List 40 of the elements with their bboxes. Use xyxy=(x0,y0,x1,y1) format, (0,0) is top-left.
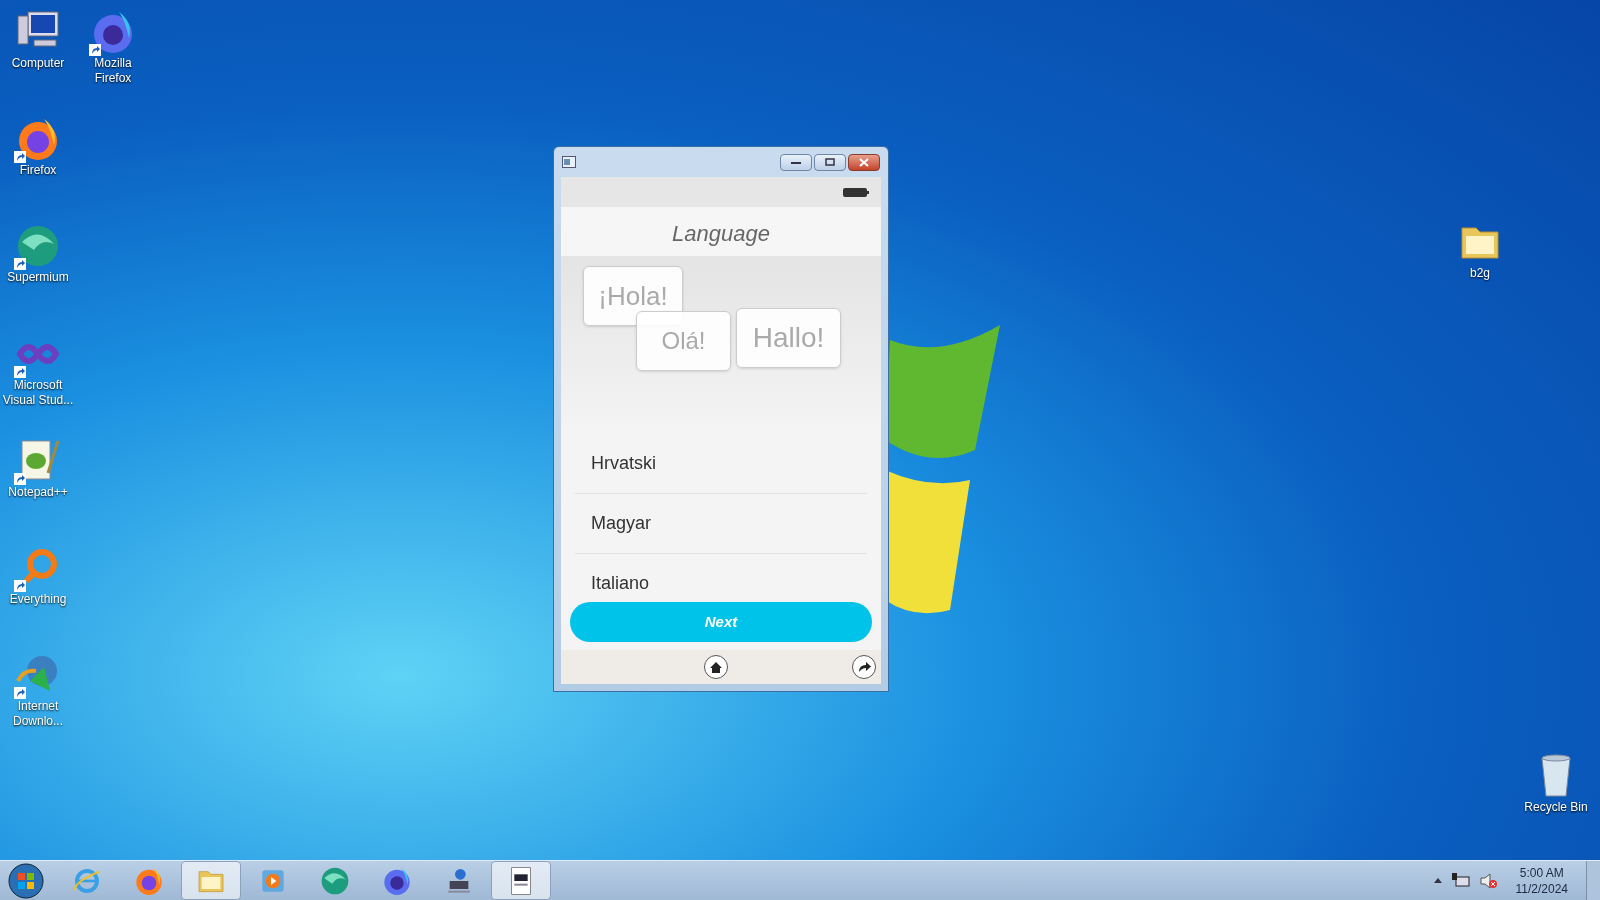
speech-bubble: Hallo! xyxy=(736,308,841,368)
windows-orb-icon xyxy=(8,862,44,899)
rotate-button[interactable] xyxy=(852,655,876,679)
icon-label: Computer xyxy=(11,56,65,71)
desktop-icon[interactable]: Recycle Bin xyxy=(1518,752,1594,815)
network-icon xyxy=(1451,872,1470,889)
desktop-icon[interactable]: Mozilla Firefox xyxy=(75,8,151,86)
speech-bubble: Olá! xyxy=(636,311,731,371)
desktop-icon[interactable]: Microsoft Visual Stud... xyxy=(0,330,76,408)
desktop-icon[interactable]: Computer xyxy=(0,8,76,71)
tray-arrow-icon xyxy=(1433,878,1442,883)
home-button[interactable] xyxy=(704,655,728,679)
icon-label: Mozilla Firefox xyxy=(93,56,133,86)
icon-label: Supermium xyxy=(7,270,69,285)
maximize-icon xyxy=(825,158,835,166)
taskbar-button[interactable] xyxy=(491,861,551,900)
window-icon xyxy=(562,156,576,168)
close-button[interactable] xyxy=(848,153,880,171)
desktop-icon[interactable]: b2g xyxy=(1442,218,1518,281)
icon-label: Notepad++ xyxy=(8,485,68,500)
minimize-button[interactable] xyxy=(780,153,812,171)
clock-time: 5:00 AM xyxy=(1519,864,1564,881)
desktop-icon[interactable]: Supermium xyxy=(0,222,76,285)
icon-label: Firefox xyxy=(19,163,57,178)
rotate-icon xyxy=(857,661,871,673)
close-icon xyxy=(859,157,869,167)
icon-label: b2g xyxy=(1470,266,1490,281)
minimize-icon xyxy=(791,160,801,164)
icon-label: Internet Downlo... xyxy=(12,699,64,729)
muted-speaker-icon xyxy=(1479,872,1498,889)
desktop-icon[interactable]: Firefox xyxy=(0,115,76,178)
language-item[interactable]: Magyar xyxy=(575,494,867,554)
home-icon xyxy=(710,661,722,673)
battery-icon xyxy=(843,187,869,197)
language-item[interactable]: Hrvatski xyxy=(575,434,867,494)
maximize-button[interactable] xyxy=(814,153,846,171)
icon-label: Everything xyxy=(9,592,67,607)
clock-date: 11/2/2024 xyxy=(1515,880,1568,897)
icon-label: Microsoft Visual Stud... xyxy=(1,378,75,408)
icon-label: Recycle Bin xyxy=(1524,800,1588,815)
